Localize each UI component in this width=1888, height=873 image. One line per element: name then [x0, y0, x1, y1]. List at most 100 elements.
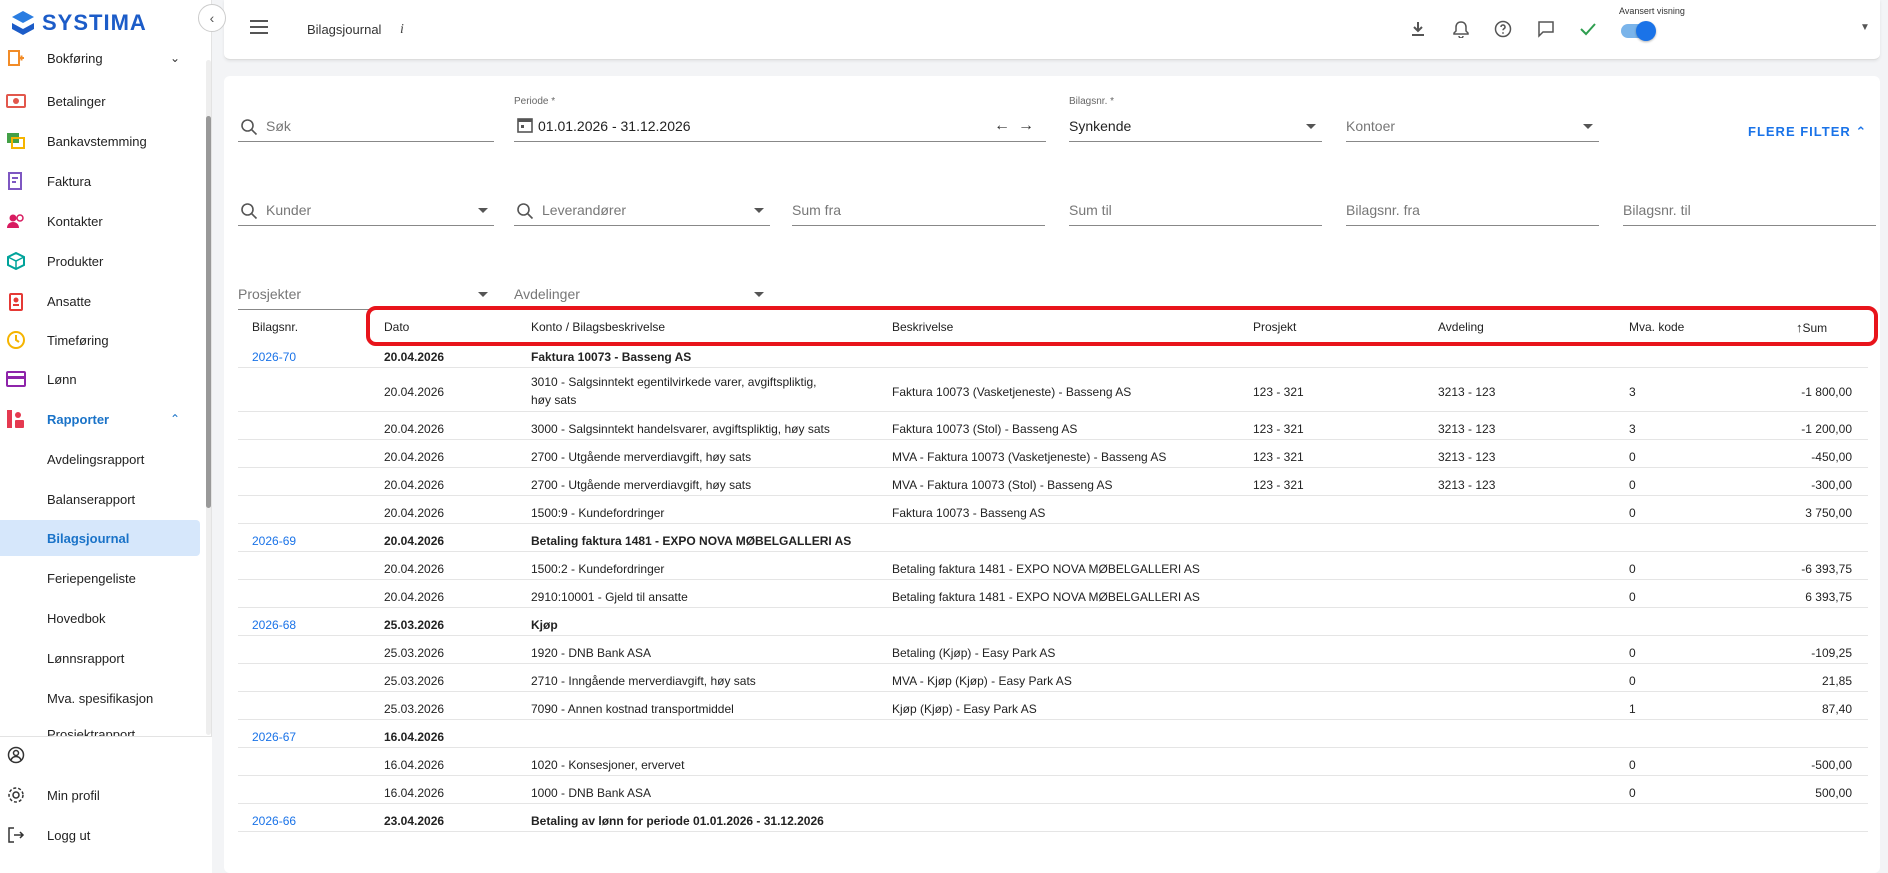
table-group-row[interactable]: 2026-69 20.04.2026 Betaling faktura 1481 -… [238, 528, 1868, 552]
caret-down-icon [754, 208, 764, 213]
info-icon[interactable]: i [400, 22, 404, 38]
cell-avdeling: 3213 - 123 [1438, 450, 1496, 464]
logout-icon [6, 825, 26, 845]
bell-icon[interactable] [1450, 18, 1472, 40]
sum-til-input[interactable]: Sum til [1069, 196, 1322, 226]
table-group-row[interactable]: 2026-70 20.04.2026 Faktura 10073 - Basseng… [238, 344, 1868, 368]
avdelinger-select[interactable]: Avdelinger [514, 280, 770, 310]
download-icon[interactable] [1407, 18, 1429, 40]
leverandorer-select[interactable]: Leverandører [514, 196, 770, 226]
arrow-right-icon[interactable]: → [1018, 117, 1034, 135]
menu-icon[interactable] [250, 20, 268, 34]
bilagsnr-sort-select[interactable]: Bilagsnr. * Synkende [1069, 96, 1322, 142]
table-row[interactable]: 20.04.2026 2910:10001 - Gjeld til ansatte… [238, 584, 1868, 608]
voucher-number-link[interactable]: 2026-70 [252, 349, 296, 365]
table-group-row[interactable]: 2026-66 23.04.2026 Betaling av lønn for pe… [238, 808, 1868, 832]
voucher-number-link[interactable]: 2026-66 [252, 813, 296, 829]
column-header-sum[interactable]: ↑Sum [1796, 320, 1827, 335]
table-row[interactable]: 16.04.2026 1000 - DNB Bank ASA 0 500,00 [238, 780, 1868, 804]
column-header-avdeling[interactable]: Avdeling [1438, 320, 1484, 334]
voucher-number-link[interactable]: 2026-67 [252, 729, 296, 745]
sidebar-item-min-profil[interactable]: Min profil [0, 777, 200, 813]
voucher-number-link[interactable]: 2026-69 [252, 533, 296, 549]
column-header-prosjekt[interactable]: Prosjekt [1253, 320, 1296, 334]
table-row[interactable]: 25.03.2026 2710 - Inngående merverdiavgif… [238, 668, 1868, 692]
sidebar-nav: Bokføring ⌄ Betalinger Bankavstemming Fa… [0, 46, 200, 736]
table-row[interactable]: 25.03.2026 7090 - Annen kostnad transport… [238, 696, 1868, 720]
chat-icon[interactable] [1535, 18, 1557, 40]
table-row[interactable]: 20.04.2026 1500:9 - Kundefordringer Faktur… [238, 500, 1868, 524]
sidebar-item-faktura[interactable]: Faktura [0, 163, 200, 199]
table-group-row[interactable]: 2026-67 16.04.2026 [238, 724, 1868, 748]
column-header-beskrivelse[interactable]: Beskrivelse [892, 320, 953, 334]
sidebar-item-betalinger[interactable]: Betalinger [0, 83, 200, 119]
sidebar-scrollbar[interactable] [206, 60, 211, 735]
sidebar-item-rapporter[interactable]: Rapporter ⌃ [0, 401, 200, 437]
cell-dato: 20.04.2026 [384, 534, 445, 548]
sidebar-subitem-lonnsrapport[interactable]: Lønnsrapport [0, 640, 200, 676]
table-row[interactable]: 20.04.2026 3000 - Salgsinntekt handelsvar… [238, 416, 1868, 440]
more-filters-button[interactable]: FLERE FILTER ⌃ [1748, 124, 1867, 140]
cell-prosjekt: 123 - 321 [1253, 450, 1304, 464]
sidebar-subitem-label: Lønnsrapport [47, 650, 125, 666]
bilagsnr-til-placeholder: Bilagsnr. til [1623, 202, 1691, 218]
cell-dato: 25.03.2026 [384, 702, 445, 716]
period-field[interactable]: Periode * 01.01.2026 - 31.12.2026 ← → [514, 96, 1046, 142]
sidebar-subitem-bilagsjournal[interactable]: Bilagsjournal [0, 520, 200, 556]
arrow-left-icon[interactable]: ← [994, 117, 1010, 135]
sidebar-item-timeforing[interactable]: Timeføring [0, 322, 200, 358]
sidebar-item-bokforing[interactable]: Bokføring ⌄ [0, 46, 200, 76]
sidebar-subitem-avdelingsrapport[interactable]: Avdelingsrapport [0, 441, 200, 477]
kontoer-select[interactable]: Kontoer [1346, 112, 1599, 142]
search-input[interactable]: Søk [238, 112, 494, 142]
collapse-sidebar-button[interactable]: ‹ [198, 4, 226, 32]
sidebar-item-produkter[interactable]: Produkter [0, 243, 200, 279]
checkmark-icon[interactable] [1577, 18, 1599, 40]
table-row[interactable]: 25.03.2026 1920 - DNB Bank ASA Betaling (K… [238, 640, 1868, 664]
column-header-bilagsnr[interactable]: Bilagsnr. [252, 320, 298, 334]
sum-fra-input[interactable]: Sum fra [792, 196, 1045, 226]
sidebar-subitem-mva-spesifikasjon[interactable]: Mva. spesifikasjon [0, 680, 200, 716]
sidebar-item-ansatte[interactable]: Ansatte [0, 283, 200, 319]
sidebar-subitem-feriepengeliste[interactable]: Feriepengeliste [0, 560, 200, 596]
cell-sum: -6 393,75 [1801, 562, 1852, 576]
cell-konto: 3010 - Salgsinntekt egentilvirkede varer… [531, 375, 817, 389]
bilagsnr-fra-placeholder: Bilagsnr. fra [1346, 202, 1420, 218]
advanced-view-toggle[interactable] [1621, 21, 1656, 41]
chevron-up-icon: ⌃ [1855, 124, 1868, 139]
column-header-mva-kode[interactable]: Mva. kode [1629, 320, 1684, 334]
sidebar-subitem-label: Mva. spesifikasjon [47, 690, 154, 706]
kunder-select[interactable]: Kunder [238, 196, 494, 226]
bilagsnr-fra-input[interactable]: Bilagsnr. fra [1346, 196, 1599, 226]
table-group-row[interactable]: 2026-68 25.03.2026 Kjøp [238, 612, 1868, 636]
sidebar-subitem-hovedbok[interactable]: Hovedbok [0, 600, 200, 636]
prosjekter-select[interactable]: Prosjekter [238, 280, 494, 310]
search-icon [517, 203, 534, 220]
help-icon[interactable] [1492, 18, 1514, 40]
sidebar-item-logg-ut[interactable]: Logg ut [0, 817, 200, 853]
cell-sum: 87,40 [1821, 702, 1852, 716]
table-row[interactable]: 20.04.2026 2700 - Utgående merverdiavgift… [238, 444, 1868, 468]
chevron-up-icon[interactable]: ⌃ [170, 412, 180, 426]
column-header-dato[interactable]: Dato [384, 320, 409, 334]
column-header-konto[interactable]: Konto / Bilagsbeskrivelse [531, 320, 665, 334]
systima-logo[interactable]: SYSTIMA [10, 8, 147, 38]
cell-sum: -1 200,00 [1801, 422, 1852, 436]
table-row[interactable]: 20.04.2026 2700 - Utgående merverdiavgift… [238, 472, 1868, 496]
sidebar-item-lonn[interactable]: Lønn [0, 361, 200, 397]
bilagsnr-til-input[interactable]: Bilagsnr. til [1623, 196, 1876, 226]
sidebar-item-kontakter[interactable]: Kontakter [0, 203, 200, 239]
table-row[interactable]: 20.04.2026 1500:2 - Kundefordringer Betali… [238, 556, 1868, 580]
sidebar-subitem-prosjektrapport[interactable]: Prosjektrapport [0, 716, 200, 737]
sidebar-item-account[interactable] [0, 737, 200, 773]
sidebar-subitem-balanserapport[interactable]: Balanserapport [0, 481, 200, 517]
sum-fra-placeholder: Sum fra [792, 202, 842, 218]
sidebar-scrollbar-thumb[interactable] [206, 116, 211, 508]
table-row[interactable]: 20.04.2026 3010 - Salgsinntekt egentilvir… [238, 372, 1868, 412]
chevron-down-icon[interactable]: ⌄ [170, 51, 180, 65]
calendar-icon[interactable] [516, 116, 534, 134]
caret-down-icon[interactable]: ▼ [1860, 22, 1870, 33]
sidebar-item-bankavstemming[interactable]: Bankavstemming [0, 123, 200, 159]
table-row[interactable]: 16.04.2026 1020 - Konsesjoner, ervervet 0 -… [238, 752, 1868, 776]
voucher-number-link[interactable]: 2026-68 [252, 617, 296, 633]
